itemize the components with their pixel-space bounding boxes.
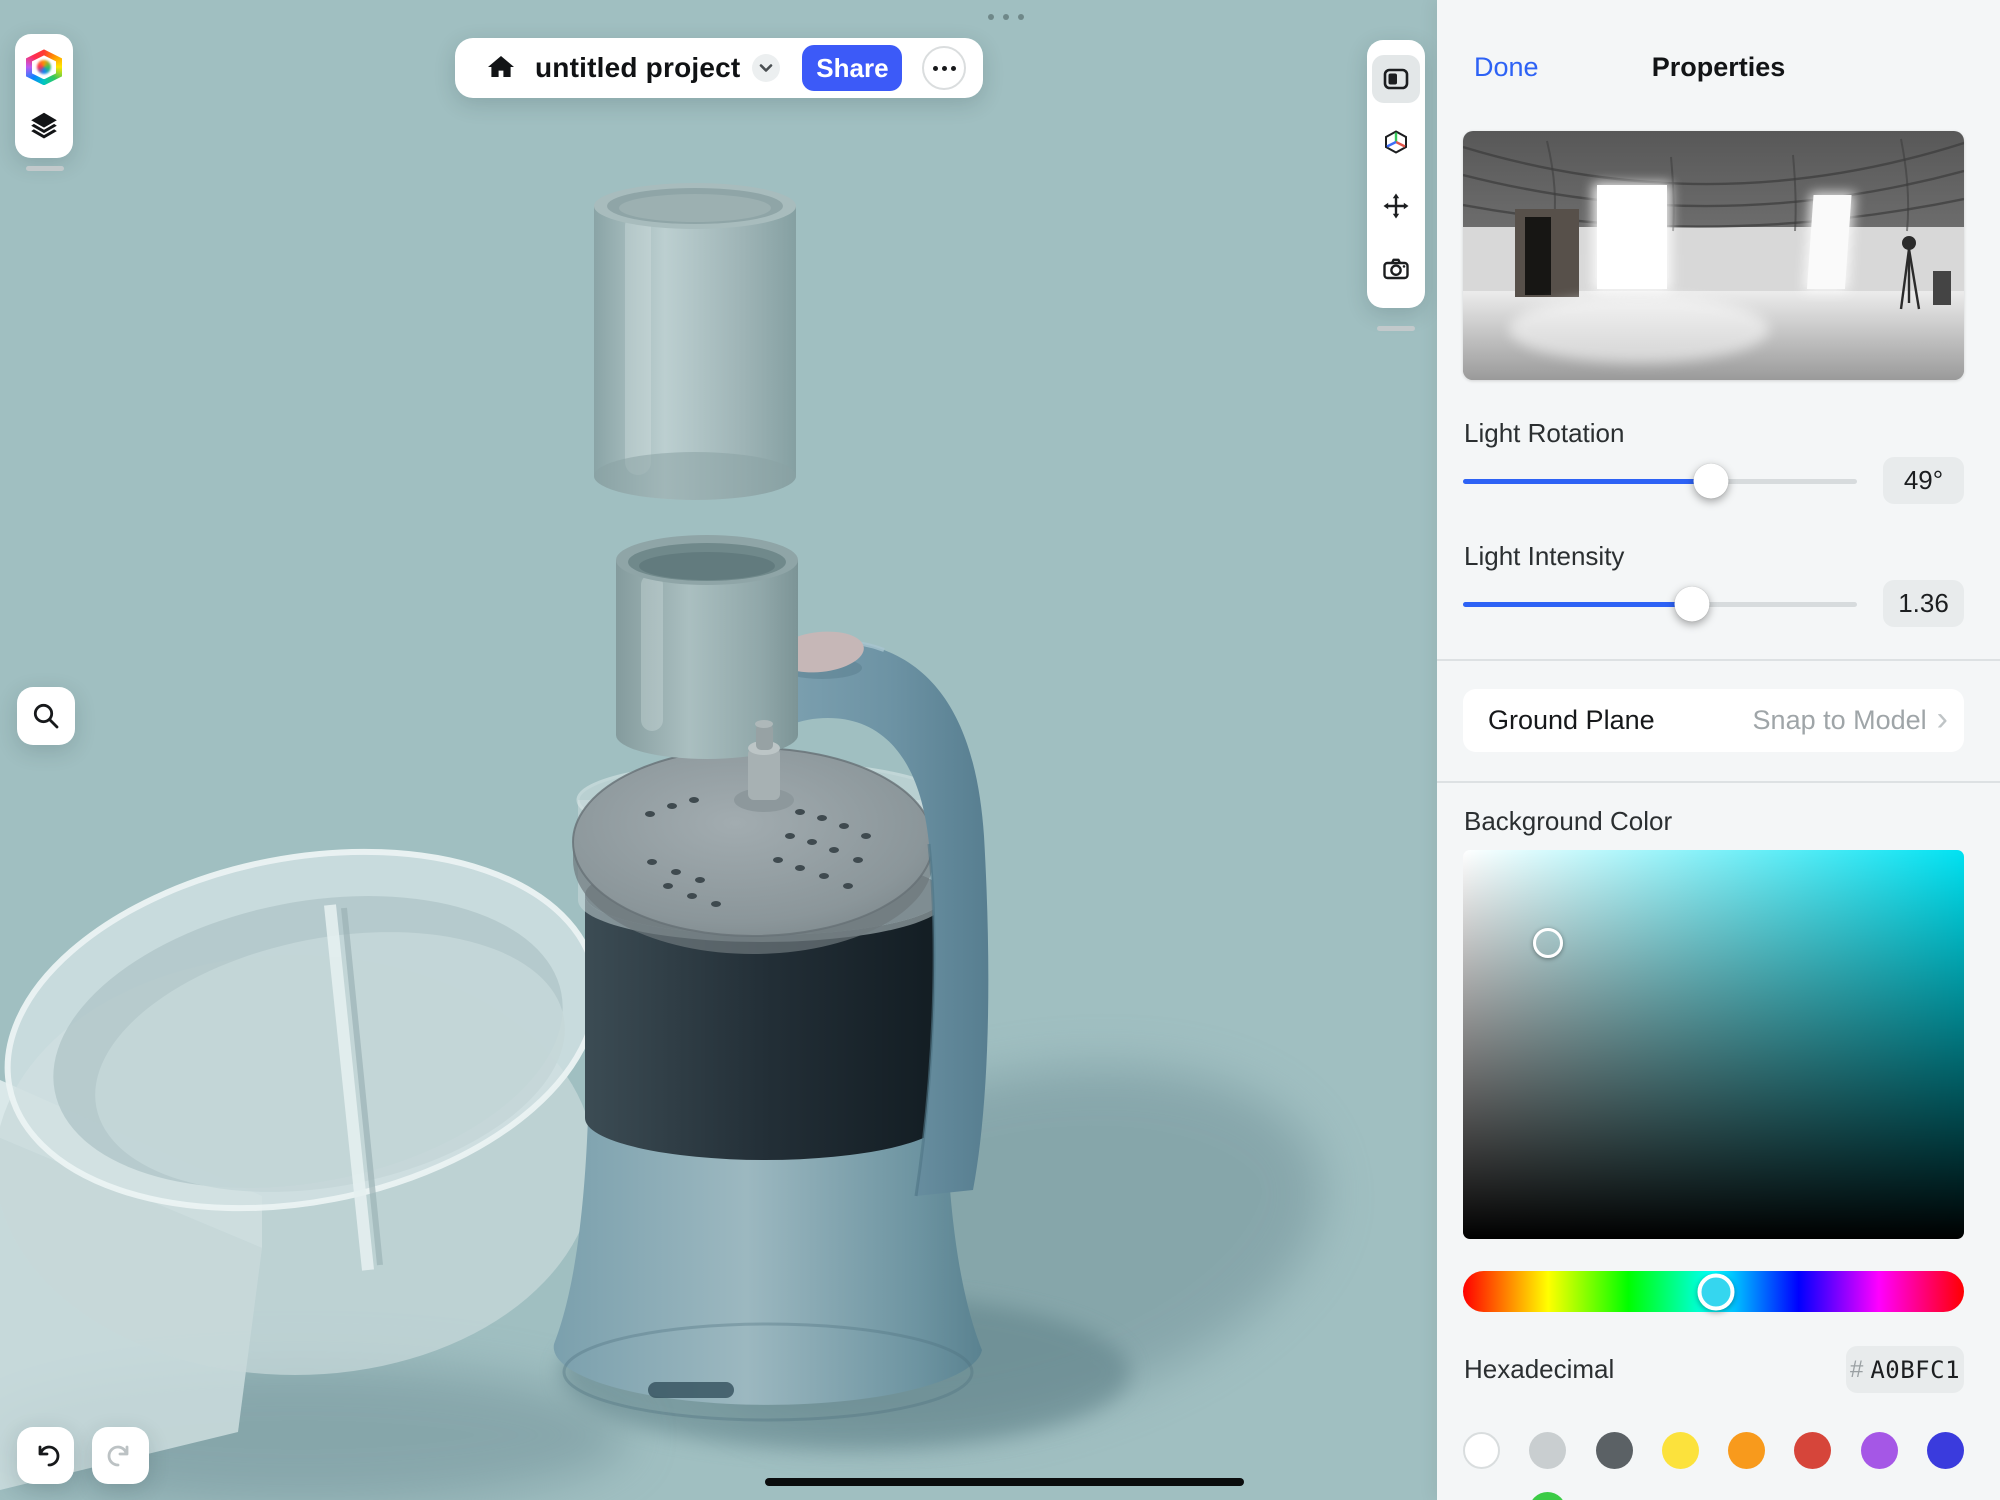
app-root: untitled project Share [0,0,2000,1500]
pusher-cylinder [594,183,796,500]
light-intensity-value[interactable]: 1.36 [1883,580,1964,627]
hash-prefix: # [1850,1356,1863,1384]
light-rotation-slider[interactable] [1463,463,1857,499]
chevron-right-icon: › [1937,702,1948,736]
undo-icon [29,1439,63,1473]
color-picker-selector[interactable] [1533,928,1563,958]
color-swatch-row [1463,1432,1964,1469]
redo-icon [104,1439,138,1473]
canvas-drag-handle[interactable] [988,14,1024,20]
slider-thumb[interactable] [1694,464,1729,499]
left-toolbar [15,34,73,158]
layers-button[interactable] [20,101,68,149]
share-button[interactable]: Share [802,45,902,91]
saturation-brightness-picker[interactable] [1463,850,1964,1239]
light-rotation-label: Light Rotation [1464,418,1624,449]
ellipsis-icon [933,66,938,71]
color-swatch[interactable] [1529,1432,1566,1469]
hue-slider[interactable] [1463,1271,1964,1312]
hex-value-field[interactable]: # A0BFC1 [1846,1346,1964,1393]
redo-button[interactable] [92,1427,149,1484]
move-arrows-icon [1381,191,1411,221]
dot [1018,14,1024,20]
hex-value: A0BFC1 [1870,1356,1960,1384]
environment-preview[interactable] [1463,131,1964,380]
divider [1437,659,2000,661]
project-title[interactable]: untitled project [535,52,740,84]
home-icon [485,52,517,84]
color-swatch[interactable] [1728,1432,1765,1469]
color-swatch[interactable] [1529,1492,1566,1500]
properties-panel: Done Properties [1437,0,2000,1500]
hexadecimal-label: Hexadecimal [1464,1354,1614,1385]
color-swatch[interactable] [1596,1432,1633,1469]
color-swatch[interactable] [1662,1432,1699,1469]
gizmo-button[interactable] [1372,118,1420,166]
ground-plane-value: Snap to Model [1753,705,1927,736]
properties-header: Done Properties [1437,52,2000,92]
dot [988,14,994,20]
ground-plane-label: Ground Plane [1488,705,1655,736]
slider-fill [1463,602,1692,607]
color-swatch[interactable] [1463,1432,1500,1469]
search-icon [30,700,62,732]
slider-thumb[interactable] [1674,587,1709,622]
chevron-down-icon [757,59,775,77]
hue-slider-thumb[interactable] [1698,1273,1735,1310]
viewport-3d[interactable] [0,0,1437,1500]
left-toolbar-drag-handle[interactable] [26,166,64,171]
appliance-base [554,1118,982,1405]
view-toolbar [1367,40,1425,308]
home-button[interactable] [481,48,521,88]
render-panel-button[interactable] [1372,55,1420,103]
view-toolbar-drag-handle[interactable] [1377,326,1415,331]
studio-panorama-image [1463,131,1964,380]
color-swatch[interactable] [1794,1432,1831,1469]
project-menu-button[interactable] [752,54,780,82]
color-hexagon-icon [26,49,62,85]
search-button[interactable] [17,687,75,745]
color-swatch[interactable] [1861,1432,1898,1469]
panel-icon [1381,64,1411,94]
slider-fill [1463,479,1711,484]
camera-button[interactable] [1372,245,1420,293]
axes-cube-icon [1381,127,1411,157]
light-intensity-label: Light Intensity [1464,541,1624,572]
ground-plane-row[interactable]: Ground Plane Snap to Model › [1463,689,1964,752]
dot [1003,14,1009,20]
light-intensity-slider[interactable] [1463,586,1857,622]
appearance-button[interactable] [20,43,68,91]
background-color-label: Background Color [1464,806,1672,837]
food-processor-3d-model [0,0,1437,1500]
panel-title: Properties [1437,52,2000,83]
color-swatch[interactable] [1927,1432,1964,1469]
layers-icon [28,109,60,141]
divider [1437,781,2000,783]
home-indicator[interactable] [765,1478,1244,1486]
light-rotation-value[interactable]: 49° [1883,457,1964,504]
move-tool-button[interactable] [1372,182,1420,230]
project-toolbar: untitled project Share [455,38,983,98]
more-options-button[interactable] [922,46,966,90]
camera-icon [1381,254,1411,284]
undo-button[interactable] [17,1427,74,1484]
